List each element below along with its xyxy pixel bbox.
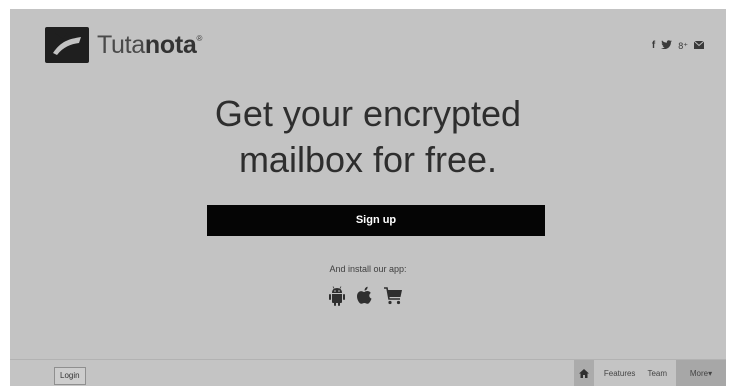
nav-home[interactable] bbox=[573, 360, 594, 386]
nav-more-dropdown[interactable]: More▾ bbox=[676, 360, 726, 386]
social-links: f 8⁺ bbox=[652, 40, 705, 52]
sign-up-button[interactable]: Sign up bbox=[207, 205, 545, 236]
brand-name-bold: nota bbox=[144, 30, 197, 59]
facebook-icon[interactable]: f bbox=[652, 41, 655, 51]
brand-name: Tutanota® bbox=[97, 31, 202, 60]
app-store-links bbox=[328, 286, 403, 306]
footer-bar: Login Features Team More▾ bbox=[10, 359, 726, 386]
install-app-text: And install our app: bbox=[329, 264, 407, 274]
home-icon bbox=[578, 369, 589, 378]
apple-icon[interactable] bbox=[356, 286, 373, 306]
hero-line-2: mailbox for free. bbox=[238, 139, 498, 180]
twitter-icon[interactable] bbox=[661, 40, 673, 52]
brand-name-light: Tuta bbox=[97, 30, 145, 59]
android-icon[interactable] bbox=[328, 286, 346, 306]
email-icon[interactable] bbox=[693, 40, 705, 52]
google-plus-icon[interactable]: 8⁺ bbox=[678, 41, 688, 51]
footer-nav: Features Team More▾ bbox=[573, 360, 726, 386]
cart-icon[interactable] bbox=[383, 286, 403, 306]
brand-trademark: ® bbox=[196, 33, 203, 43]
login-button[interactable]: Login bbox=[54, 367, 86, 385]
brand-logo[interactable]: Tutanota® bbox=[45, 27, 202, 63]
nav-team[interactable]: Team bbox=[641, 360, 673, 386]
hero-title: Get your encrypted mailbox for free. bbox=[10, 91, 726, 183]
nav-features[interactable]: Features bbox=[598, 360, 642, 386]
hero-line-1: Get your encrypted bbox=[214, 93, 522, 134]
main-panel: Tutanota® f 8⁺ Get your encrypted mailbo… bbox=[10, 9, 726, 386]
page: Tutanota® f 8⁺ Get your encrypted mailbo… bbox=[0, 0, 734, 386]
tutanota-logo-icon bbox=[45, 27, 89, 63]
